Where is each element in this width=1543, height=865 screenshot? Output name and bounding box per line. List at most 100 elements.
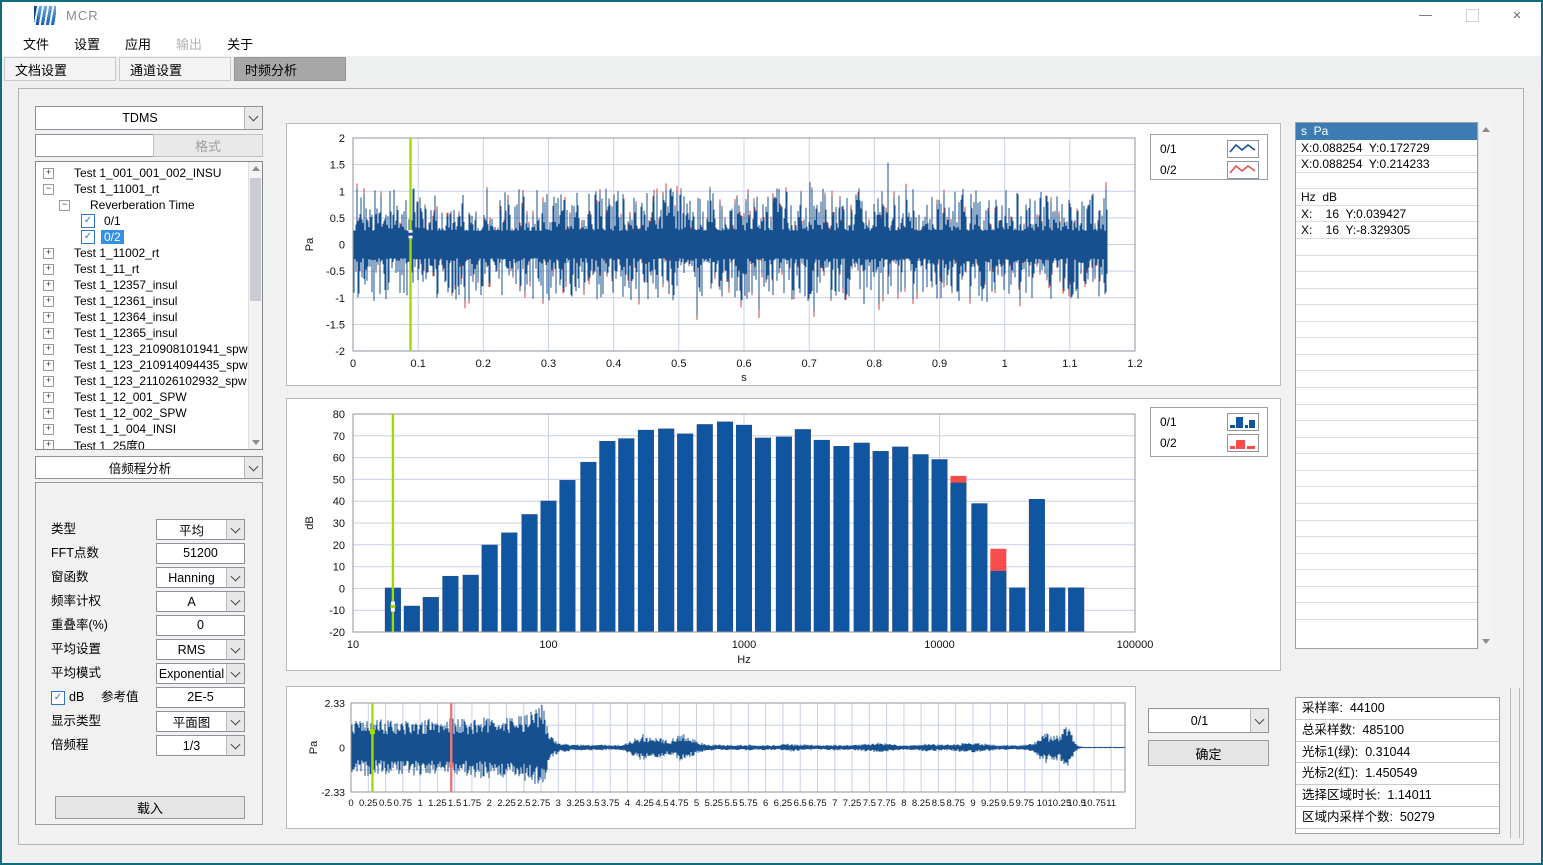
menu-item-4[interactable]: 关于 [218,31,262,56]
tab-2[interactable]: 时频分析 [234,57,346,81]
confirm-button[interactable]: 确定 [1148,740,1269,766]
tree-expander-icon[interactable]: + [43,312,54,323]
scrollbar-groove[interactable] [1510,688,1520,838]
tree-item[interactable]: +Test 1_001_001_002_INSU [36,165,262,181]
tree-expander-icon[interactable]: + [43,376,54,387]
checkbox-icon[interactable]: ✓ [81,214,95,228]
analysis-select[interactable]: 倍频程分析 [35,456,263,479]
tree-item[interactable]: +Test 1_12364_insul [36,309,262,325]
readout-row[interactable] [1296,371,1477,388]
close-button[interactable]: × [1502,6,1532,24]
tree-expander-icon[interactable]: + [43,440,54,451]
time-chart-svg[interactable]: 00.10.20.30.40.50.60.70.80.911.11.2-2-1.… [287,124,1280,385]
menu-item-0[interactable]: 文件 [14,31,58,56]
readout-row[interactable] [1296,554,1477,571]
tree-item[interactable]: ✓0/1 [36,213,262,229]
tree-item[interactable]: +Test 1_123_210908101941_spw [36,341,262,357]
minimize-button[interactable] [1410,6,1440,24]
chevron-down-icon[interactable] [226,712,244,731]
readout-scrollbar[interactable] [1478,122,1493,649]
readout-row[interactable] [1296,438,1477,455]
readout-row[interactable]: X:0.088254 Y:0.214233 [1296,156,1477,173]
menu-item-2[interactable]: 应用 [116,31,160,56]
tree-expander-icon[interactable]: + [43,264,54,275]
field-input-value[interactable]: 2E-5 [156,687,245,708]
tree-item[interactable]: +Test 1_25度0 [36,437,262,450]
readout-row[interactable] [1296,256,1477,273]
readout-row[interactable] [1296,322,1477,339]
readout-row[interactable] [1296,355,1477,372]
field-input[interactable]: 2E-5 [156,687,245,708]
tree-expander-icon[interactable]: + [43,360,54,371]
menu-item-3[interactable]: 输出 [167,31,211,56]
tree-item[interactable]: ✓0/2 [36,229,262,245]
field-select[interactable]: A [156,591,245,612]
field-input[interactable]: 0 [156,615,245,636]
search-input[interactable] [35,134,154,157]
tree-expander-icon[interactable]: + [43,392,54,403]
tree-expander-icon[interactable]: + [43,168,54,179]
field-input-value[interactable]: 0 [156,615,245,636]
field-select[interactable]: RMS [156,639,245,660]
tree-scrollbar[interactable] [248,162,262,449]
field-input-value[interactable]: 51200 [156,543,245,564]
readout-row[interactable] [1296,504,1477,521]
readout-row[interactable] [1296,239,1477,256]
readout-row[interactable]: s Pa [1296,123,1477,140]
readout-row[interactable] [1296,603,1477,620]
checkbox-icon[interactable]: ✓ [81,230,95,244]
tree-expander-icon[interactable]: − [59,200,70,211]
tree-item[interactable]: +Test 1_12365_insul [36,325,262,341]
tree-item[interactable]: −Reverberation Time [36,197,262,213]
readout-row[interactable]: Hz dB [1296,189,1477,206]
readout-row[interactable] [1296,405,1477,422]
field-select[interactable]: Hanning [156,567,245,588]
tree-item[interactable]: +Test 1_11_rt [36,261,262,277]
field-select[interactable]: Exponential [156,663,245,684]
tree-expander-icon[interactable]: − [43,184,54,195]
readout-row[interactable] [1296,521,1477,538]
tree-scrollbar-thumb[interactable] [250,178,261,301]
tree-item[interactable]: +Test 1_1_004_INSI [36,421,262,437]
readout-row[interactable] [1296,454,1477,471]
readout-row[interactable] [1296,289,1477,306]
chevron-down-icon[interactable] [1250,709,1268,732]
tree-item[interactable]: +Test 1_12361_insul [36,293,262,309]
readout-row[interactable] [1296,570,1477,587]
format-select[interactable]: TDMS [35,106,263,130]
tree-item[interactable]: +Test 1_123_210914094435_spw [36,357,262,373]
tree-expander-icon[interactable]: + [43,296,54,307]
tree-expander-icon[interactable]: + [43,424,54,435]
chevron-down-icon[interactable] [226,592,244,611]
scroll-down-icon[interactable] [1479,635,1493,648]
readout-row[interactable] [1296,587,1477,604]
tree-expander-icon[interactable]: + [43,248,54,259]
field-select[interactable]: 平面图 [156,711,245,732]
chevron-down-icon[interactable] [226,568,244,587]
tree-expander-icon[interactable]: + [43,344,54,355]
tree-item[interactable]: +Test 1_12357_insul [36,277,262,293]
chevron-down-icon[interactable] [226,664,244,683]
db-checkbox[interactable]: ✓ [51,691,65,705]
chevron-down-icon[interactable] [226,640,244,659]
chevron-down-icon[interactable] [226,520,244,539]
time-chart-panel[interactable]: 00.10.20.30.40.50.60.70.80.911.11.2-2-1.… [286,123,1281,386]
readout-row[interactable] [1296,173,1477,190]
tree-item[interactable]: +Test 1_12_002_SPW [36,405,262,421]
channel-select[interactable]: 0/1 [1148,708,1269,733]
spectrum-chart-svg[interactable]: 10100100010000100000-20-1001020304050607… [287,399,1280,670]
window-titlebar[interactable]: MCR × [0,0,1543,30]
readout-row[interactable]: X: 16 Y:-8.329305 [1296,222,1477,239]
field-select[interactable]: 1/3 [156,735,245,756]
readout-row[interactable] [1296,487,1477,504]
file-tree[interactable]: +Test 1_001_001_002_INSU−Test 1_11001_rt… [35,161,263,450]
readout-row[interactable]: X: 16 Y:0.039427 [1296,206,1477,223]
overview-chart-panel[interactable]: 00.250.50.7511.251.51.7522.252.52.7533.2… [286,686,1136,829]
load-button[interactable]: 载入 [55,796,245,819]
chevron-down-icon[interactable] [244,457,262,478]
readout-row[interactable] [1296,421,1477,438]
readout-row[interactable] [1296,338,1477,355]
field-input[interactable]: 51200 [156,543,245,564]
readout-row[interactable] [1296,305,1477,322]
scroll-down-icon[interactable] [249,436,262,449]
